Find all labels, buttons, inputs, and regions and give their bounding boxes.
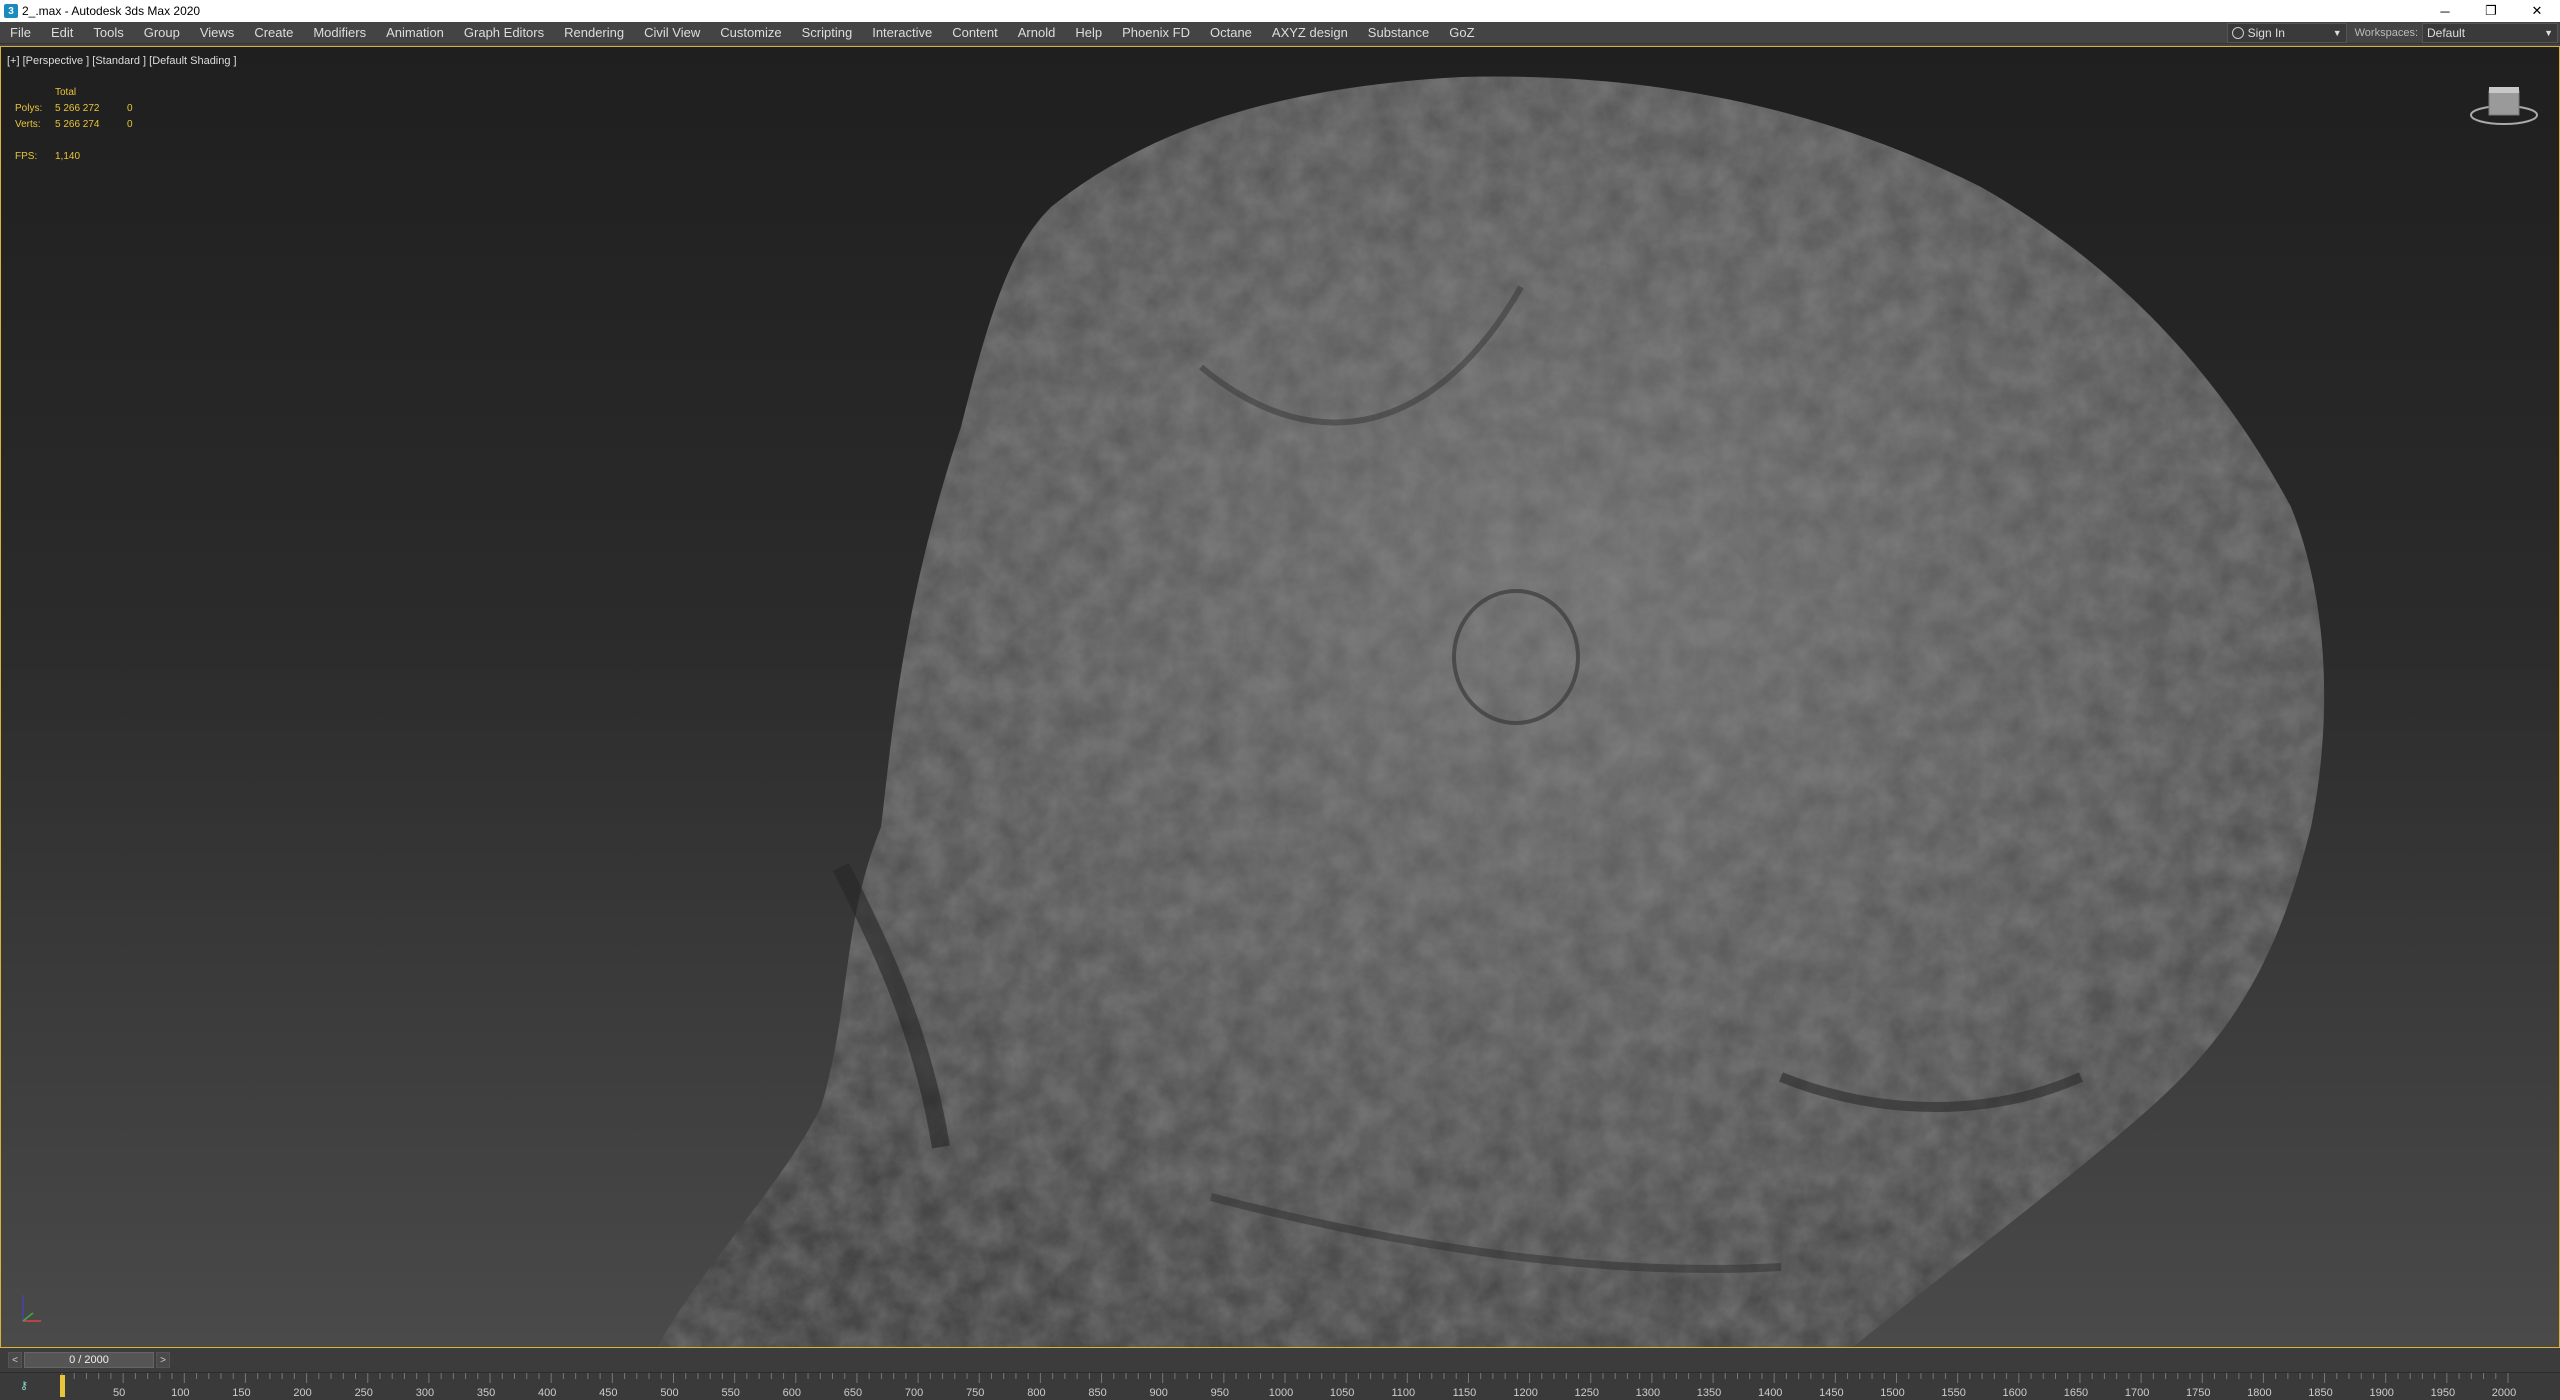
ruler-label: 950 — [1211, 1387, 1229, 1399]
ruler-label: 650 — [844, 1387, 862, 1399]
workspace-select[interactable]: Default ▼ — [2422, 22, 2558, 43]
ruler-label: 500 — [660, 1387, 678, 1399]
menu-phoenix-fd[interactable]: Phoenix FD — [1112, 22, 1200, 44]
sign-in-label: Sign In — [2247, 25, 2285, 40]
ruler-label: 150 — [232, 1387, 250, 1399]
menu-create[interactable]: Create — [244, 22, 303, 44]
ruler-label: 200 — [293, 1387, 311, 1399]
ruler-label: 700 — [905, 1387, 923, 1399]
polys-label: Polys: — [15, 103, 43, 114]
ruler-label: 600 — [783, 1387, 801, 1399]
ruler-label: 300 — [416, 1387, 434, 1399]
perspective-viewport[interactable]: [+] [Perspective ] [Standard ] [Default … — [0, 46, 2560, 1348]
ruler-label: 1650 — [2064, 1387, 2088, 1399]
ruler-label: 1400 — [1758, 1387, 1782, 1399]
menu-substance[interactable]: Substance — [1358, 22, 1439, 44]
ruler-label: 1200 — [1513, 1387, 1537, 1399]
rock-mesh — [657, 76, 2325, 1347]
menu-customize[interactable]: Customize — [710, 22, 791, 44]
current-frame-marker[interactable] — [60, 1375, 65, 1397]
menu-scripting[interactable]: Scripting — [792, 22, 863, 44]
menu-arnold[interactable]: Arnold — [1008, 22, 1066, 44]
ruler-label: 1700 — [2125, 1387, 2149, 1399]
user-icon — [2231, 26, 2244, 39]
fps-label: FPS: — [15, 151, 38, 162]
ruler-label: 250 — [355, 1387, 373, 1399]
chevron-down-icon: ▼ — [2544, 27, 2553, 38]
verts-label: Verts: — [15, 119, 41, 130]
menu-animation[interactable]: Animation — [376, 22, 454, 44]
ruler-label: 50 — [113, 1387, 125, 1399]
viewport-statistics: Total Polys: 5 266 272 0 Verts: 5 266 27… — [15, 85, 133, 165]
menu-group[interactable]: Group — [134, 22, 190, 44]
axis-tripod-icon — [22, 1295, 41, 1322]
menu-file[interactable]: File — [0, 22, 41, 44]
ruler-label: 1050 — [1330, 1387, 1354, 1399]
ruler-label: 450 — [599, 1387, 617, 1399]
ruler-label: 1000 — [1269, 1387, 1293, 1399]
ruler-label: 400 — [538, 1387, 556, 1399]
ruler-label: 750 — [966, 1387, 984, 1399]
menu-rendering[interactable]: Rendering — [554, 22, 634, 44]
verts-selected: 0 — [127, 119, 133, 130]
restore-button[interactable]: ❐ — [2468, 0, 2514, 22]
menu-modifiers[interactable]: Modifiers — [303, 22, 376, 44]
time-slider-bar: < 0 / 2000 > — [0, 1348, 2560, 1372]
ruler-label: 1500 — [1880, 1387, 1904, 1399]
menu-bar: File Edit Tools Group Views Create Modif… — [0, 22, 2560, 44]
menu-civil-view[interactable]: Civil View — [634, 22, 710, 44]
ruler-label: 1850 — [2308, 1387, 2332, 1399]
app-icon: 3 — [4, 4, 18, 18]
ruler-label: 800 — [1027, 1387, 1045, 1399]
menu-graph-editors[interactable]: Graph Editors — [454, 22, 554, 44]
ruler-label: 1450 — [1819, 1387, 1843, 1399]
title-bar: 3 2_.max - Autodesk 3ds Max 2020 ─ ❐ ✕ — [0, 0, 2560, 22]
menu-interactive[interactable]: Interactive — [862, 22, 942, 44]
viewcube-icon[interactable] — [2469, 83, 2539, 127]
ruler-label: 100 — [171, 1387, 189, 1399]
fps-value: 1,140 — [55, 151, 81, 162]
ruler-label: 1950 — [2431, 1387, 2455, 1399]
ruler-label: 1800 — [2247, 1387, 2271, 1399]
time-slider[interactable]: 0 / 2000 — [24, 1352, 154, 1368]
stats-header: Total — [55, 87, 77, 98]
polys-selected: 0 — [127, 103, 133, 114]
ruler-label: 550 — [721, 1387, 739, 1399]
window-title: 2_.max - Autodesk 3ds Max 2020 — [22, 4, 201, 18]
ruler-label: 1250 — [1575, 1387, 1599, 1399]
ruler-label: 1550 — [1941, 1387, 1965, 1399]
menu-goz[interactable]: GoZ — [1439, 22, 1484, 44]
ruler-label: 1750 — [2186, 1387, 2210, 1399]
next-frame-button[interactable]: > — [156, 1352, 170, 1368]
viewport-label[interactable]: [+] [Perspective ] [Standard ] [Default … — [7, 55, 237, 67]
menu-content[interactable]: Content — [942, 22, 1008, 44]
sign-in-dropdown[interactable]: Sign In ▼ — [2226, 22, 2347, 43]
ruler-label: 850 — [1088, 1387, 1106, 1399]
chevron-down-icon: ▼ — [2332, 27, 2342, 38]
prev-frame-button[interactable]: < — [8, 1352, 22, 1368]
menu-tools[interactable]: Tools — [83, 22, 133, 44]
ruler-label: 1900 — [2369, 1387, 2393, 1399]
menu-octane[interactable]: Octane — [1200, 22, 1262, 44]
close-button[interactable]: ✕ — [2514, 0, 2560, 22]
ruler-label: 2000 — [2492, 1387, 2516, 1399]
ruler-label: 1100 — [1391, 1387, 1415, 1399]
menu-help[interactable]: Help — [1065, 22, 1112, 44]
menu-edit[interactable]: Edit — [41, 22, 83, 44]
ruler-label: 900 — [1150, 1387, 1168, 1399]
ruler-label: 350 — [477, 1387, 495, 1399]
track-bar[interactable]: ⚷ 50 100 150 200 250 300 350 400 450 500 550 600 650… — [0, 1372, 2560, 1400]
menu-views[interactable]: Views — [190, 22, 244, 44]
workspace-value: Default — [2427, 25, 2466, 40]
workspaces-label: Workspaces: — [2354, 26, 2418, 39]
minimize-button[interactable]: ─ — [2422, 0, 2468, 22]
frame-ruler: 50 100 150 200 250 300 350 400 450 500 550 600 650 70… — [61, 1373, 2516, 1399]
ruler-label: 1350 — [1697, 1387, 1721, 1399]
ruler-label: 1600 — [2003, 1387, 2027, 1399]
ruler-label: 1300 — [1636, 1387, 1660, 1399]
polys-total: 5 266 272 — [55, 103, 100, 114]
ruler-label: 1150 — [1453, 1387, 1477, 1399]
verts-total: 5 266 274 — [55, 119, 100, 130]
menu-axyz-design[interactable]: AXYZ design — [1262, 22, 1358, 44]
